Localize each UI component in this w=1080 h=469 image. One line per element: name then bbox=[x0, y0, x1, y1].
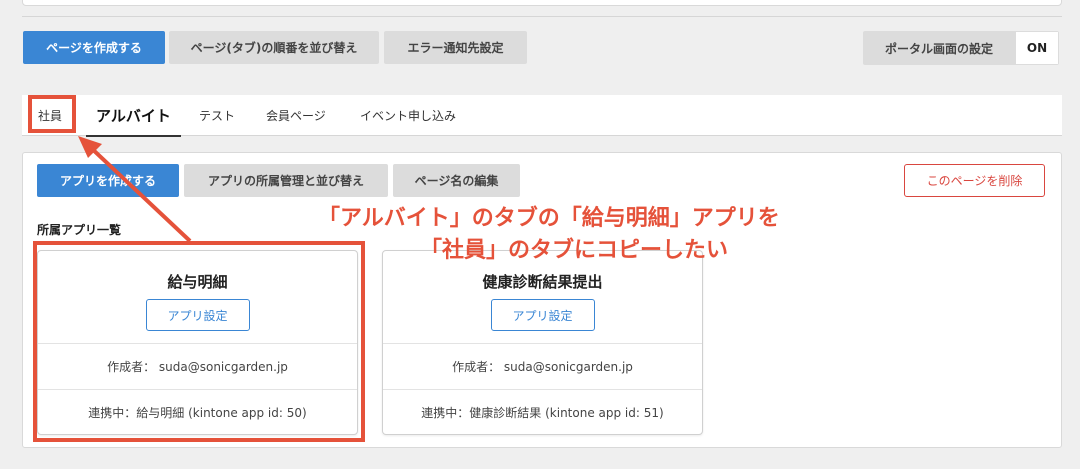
app-settings-button[interactable]: アプリ設定 bbox=[145, 299, 250, 331]
create-page-button[interactable]: ページを作成する bbox=[23, 31, 165, 64]
tab-test[interactable]: テスト bbox=[199, 95, 235, 136]
section-label: 所属アプリ一覧 bbox=[37, 223, 122, 237]
app-card: 給与明細 アプリ設定 作成者： suda@sonicgarden.jp 連携中：… bbox=[37, 250, 358, 435]
app-settings-button[interactable]: アプリ設定 bbox=[490, 299, 595, 331]
app-card: 健康診断結果提出 アプリ設定 作成者： suda@sonicgarden.jp … bbox=[382, 250, 703, 435]
portal-settings-toggle[interactable]: ポータル画面の設定 ON bbox=[863, 31, 1059, 65]
previous-card bbox=[22, 0, 1062, 6]
create-app-button[interactable]: アプリを作成する bbox=[37, 164, 179, 197]
tab-arubaito[interactable]: アルバイト bbox=[86, 95, 181, 137]
app-title: 給与明細 bbox=[167, 273, 228, 291]
app-linked: 連携中：給与明細 (kintone app id: 50) bbox=[38, 389, 357, 435]
annotation-line-1: 「アルバイト」のタブの「給与明細」アプリを bbox=[318, 206, 780, 231]
app-linked: 連携中：健康診断結果 (kintone app id: 51) bbox=[383, 389, 702, 435]
app-creator: 作成者： suda@sonicgarden.jp bbox=[38, 343, 357, 389]
edit-page-name-button[interactable]: ページ名の編集 bbox=[393, 164, 520, 197]
app-creator: 作成者： suda@sonicgarden.jp bbox=[383, 343, 702, 389]
portal-toggle-state[interactable]: ON bbox=[1015, 31, 1059, 65]
delete-page-button[interactable]: このページを削除 bbox=[904, 164, 1045, 197]
tab-member-page[interactable]: 会員ページ bbox=[266, 95, 326, 136]
manage-apps-button[interactable]: アプリの所属管理と並び替え bbox=[184, 164, 388, 197]
portal-settings-label: ポータル画面の設定 bbox=[863, 31, 1015, 65]
page-tabs: 社員 アルバイト テスト 会員ページ イベント申し込み bbox=[22, 95, 1062, 137]
app-title: 健康診断結果提出 bbox=[482, 273, 603, 291]
reorder-pages-button[interactable]: ページ(タブ)の順番を並び替え bbox=[169, 31, 379, 64]
tab-event-signup[interactable]: イベント申し込み bbox=[360, 95, 456, 136]
divider bbox=[22, 16, 1062, 17]
error-notification-button[interactable]: エラー通知先設定 bbox=[384, 31, 527, 64]
annotation-line-2: 「社員」のタブにコピーしたい bbox=[420, 238, 729, 263]
tab-shain[interactable]: 社員 bbox=[38, 95, 62, 136]
